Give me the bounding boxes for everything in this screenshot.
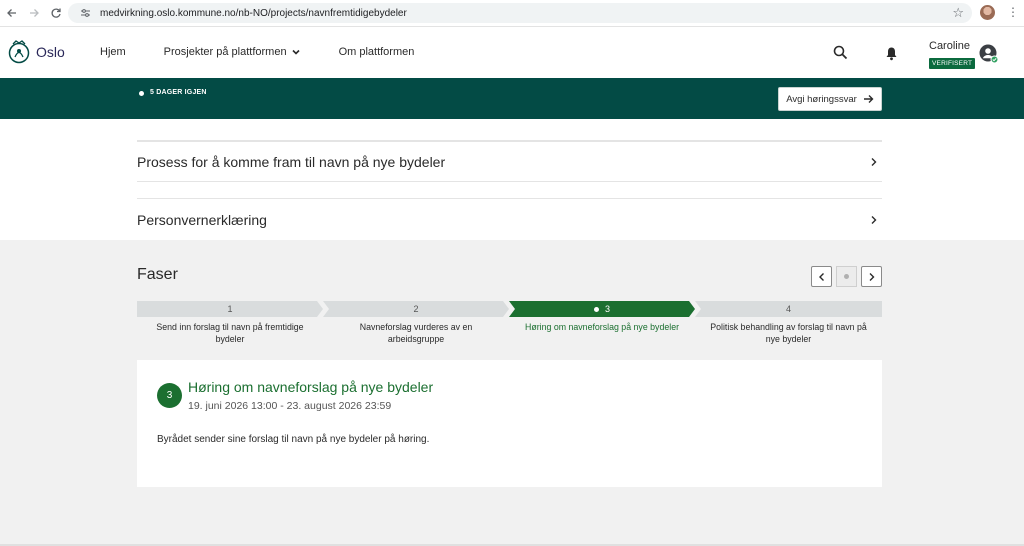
site-header: Oslo Hjem Prosjekter på plattformen Om p… — [0, 28, 1024, 78]
active-dot-icon — [593, 306, 599, 312]
phase-step-1[interactable]: 1 — [137, 301, 323, 317]
accordion-process[interactable]: Prosess for å komme fram til navn på nye… — [137, 141, 882, 182]
phase-step-4-label[interactable]: Politisk behandling av forslag til navn … — [695, 321, 882, 345]
verified-badge: VERIFISERT — [929, 58, 976, 69]
label-line: Navneforslag vurderes av en — [359, 322, 473, 332]
label-line: bydeler — [215, 334, 245, 344]
phase-dates: 19. juni 2026 13:00 - 23. august 2026 23… — [188, 400, 392, 412]
submit-response-button[interactable]: Avgi høringssvar — [778, 87, 882, 111]
phase-next-button[interactable] — [861, 266, 882, 287]
dot-icon — [844, 274, 849, 279]
time-remaining: 5 DAGER IGJEN — [150, 89, 207, 96]
phase-step-3[interactable]: 3 — [509, 301, 695, 317]
nav-item-om-plattformen[interactable]: Om plattformen — [339, 46, 415, 58]
phase-step-3-label[interactable]: Høring om navneforslag på nye bydeler — [509, 321, 695, 333]
phase-number-badge: 3 — [157, 383, 182, 408]
arrow-right-icon — [863, 95, 874, 103]
url-text[interactable]: medvirkning.oslo.kommune.no/nb-NO/projec… — [100, 8, 407, 19]
phases-title: Faser — [137, 266, 178, 283]
label-line: Politisk behandling av forslag til navn … — [710, 322, 867, 332]
phase-step-number: 1 — [227, 304, 233, 314]
phase-card: 3 Høring om navneforslag på nye bydeler … — [137, 360, 882, 487]
phase-title: Høring om navneforslag på nye bydeler — [188, 379, 434, 395]
label-line: Send inn forslag til navn på fremtidige — [156, 322, 304, 332]
label-line: arbeidsgruppe — [387, 334, 445, 344]
nav-item-label: Om plattformen — [338, 46, 415, 58]
phase-step-2[interactable]: 2 — [323, 301, 509, 317]
phase-step-number: 4 — [785, 304, 791, 314]
user-info[interactable]: Caroline VERIFISERT — [929, 40, 976, 70]
phase-step-2-label[interactable]: Navneforslag vurderes av en arbeidsgrupp… — [323, 321, 509, 345]
status-dot-icon — [139, 91, 144, 96]
site-settings-icon[interactable] — [76, 8, 94, 18]
profile-avatar[interactable] — [980, 5, 995, 20]
chevron-right-icon — [869, 272, 874, 281]
user-avatar-icon[interactable] — [979, 44, 999, 64]
address-bar[interactable]: medvirkning.oslo.kommune.no/nb-NO/projec… — [68, 3, 972, 23]
phase-step-4[interactable]: 4 — [695, 301, 882, 317]
accordion-title: Personvernerklæring — [137, 211, 267, 228]
chevron-down-icon — [291, 49, 300, 55]
reload-icon[interactable] — [45, 2, 67, 24]
main-nav: Hjem Prosjekter på plattformen Om plattf… — [100, 46, 452, 58]
nav-item-prosjekter[interactable]: Prosjekter på plattformen — [164, 46, 301, 58]
label-line: Høring om navneforslag på nye bydeler — [524, 322, 680, 332]
phase-indicator[interactable] — [836, 266, 857, 287]
nav-item-label: Hjem — [100, 46, 126, 58]
accordion-title: Prosess for å komme fram til navn på nye… — [137, 153, 446, 170]
chevron-right-icon — [871, 157, 877, 166]
phase-prev-button[interactable] — [811, 266, 832, 287]
deadline-banner: 5 DAGER IGJEN Avgi høringssvar — [0, 78, 1024, 119]
forward-icon[interactable] — [23, 2, 45, 24]
nav-item-label: Prosjekter på plattformen — [163, 46, 287, 58]
phase-step-number: 2 — [413, 304, 419, 314]
menu-kebab-icon[interactable]: ⋮ — [1007, 5, 1019, 19]
accordion-privacy[interactable]: Personvernerklæring — [137, 198, 882, 240]
search-icon[interactable] — [833, 45, 848, 60]
phase-step-1-label[interactable]: Send inn forslag til navn på fremtidige … — [137, 321, 323, 345]
chevron-right-icon — [871, 215, 877, 224]
submit-response-label: Avgi høringssvar — [786, 93, 857, 105]
label-line: nye bydeler — [765, 334, 812, 344]
nav-item-hjem[interactable]: Hjem — [100, 46, 126, 58]
logo-text: Oslo — [36, 44, 65, 60]
bell-icon[interactable] — [885, 46, 898, 61]
user-name: Caroline — [929, 40, 970, 52]
chevron-left-icon — [818, 272, 824, 281]
back-icon[interactable] — [1, 2, 23, 24]
phase-step-number: 3 — [604, 304, 610, 314]
oslo-logo[interactable]: Oslo — [8, 39, 65, 65]
bookmark-star-icon[interactable]: ☆ — [952, 5, 964, 21]
phase-description: Byrådet sender sine forslag til navn på … — [157, 434, 430, 445]
browser-toolbar: medvirkning.oslo.kommune.no/nb-NO/projec… — [0, 0, 1024, 27]
oslo-crest-icon — [8, 40, 30, 64]
